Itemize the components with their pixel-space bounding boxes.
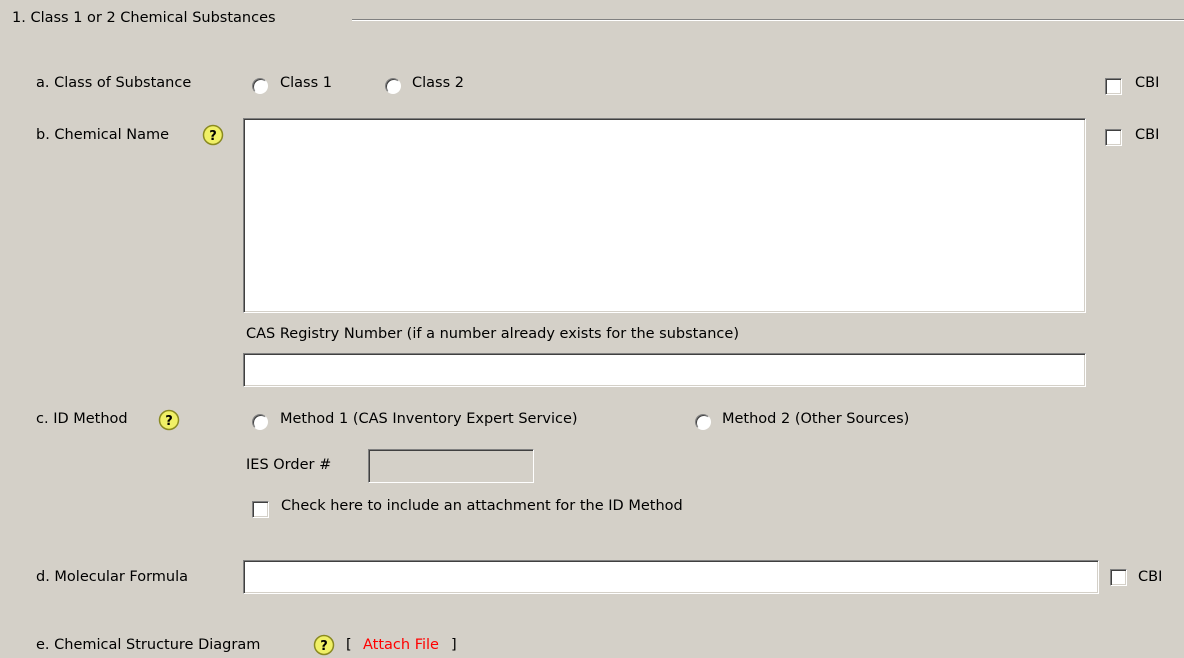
id-method-help-icon[interactable]: ? — [158, 409, 180, 431]
section-title: 1. Class 1 or 2 Chemical Substances — [12, 10, 276, 26]
method1-label[interactable]: Method 1 (CAS Inventory Expert Service) — [280, 411, 578, 427]
class1-label[interactable]: Class 1 — [280, 75, 332, 91]
id-method-attachment-label[interactable]: Check here to include an attachment for … — [281, 498, 683, 514]
ies-order-label: IES Order # — [246, 457, 332, 473]
chemical-name-help-icon[interactable]: ? — [202, 124, 224, 146]
class-cbi-checkbox[interactable] — [1105, 78, 1122, 95]
molecular-formula-cbi-checkbox[interactable] — [1110, 569, 1127, 586]
id-method-attachment-checkbox[interactable] — [252, 501, 269, 518]
method2-label[interactable]: Method 2 (Other Sources) — [722, 411, 909, 427]
ies-order-input[interactable] — [368, 449, 534, 483]
molecular-formula-label: d. Molecular Formula — [36, 569, 189, 585]
attach-file-link[interactable]: Attach File — [363, 637, 439, 653]
structure-diagram-label: e. Chemical Structure Diagram — [36, 637, 261, 653]
class1-radio[interactable] — [252, 78, 268, 94]
chemical-name-cbi-label: CBI — [1135, 127, 1160, 143]
cas-registry-input[interactable] — [243, 353, 1086, 387]
class2-label[interactable]: Class 2 — [412, 75, 464, 91]
method1-radio[interactable] — [252, 414, 268, 430]
svg-text:?: ? — [165, 414, 173, 429]
chemical-name-textarea[interactable] — [243, 118, 1086, 313]
svg-text:?: ? — [320, 639, 328, 654]
attach-bracket-open: [ — [346, 637, 352, 653]
attach-bracket-close: ] — [451, 637, 457, 653]
method2-radio[interactable] — [695, 414, 711, 430]
chemical-name-label: b. Chemical Name — [36, 127, 170, 143]
svg-text:?: ? — [209, 129, 217, 144]
class-of-substance-label: a. Class of Substance — [36, 75, 192, 91]
section-divider — [352, 19, 1184, 21]
id-method-label: c. ID Method — [36, 411, 128, 427]
molecular-formula-input[interactable] — [243, 560, 1099, 594]
molecular-formula-cbi-label: CBI — [1138, 569, 1163, 585]
chemical-name-cbi-checkbox[interactable] — [1105, 129, 1122, 146]
class2-radio[interactable] — [385, 78, 401, 94]
structure-diagram-help-icon[interactable]: ? — [313, 634, 335, 656]
class-cbi-label: CBI — [1135, 75, 1160, 91]
cas-registry-label: CAS Registry Number (if a number already… — [246, 326, 739, 342]
